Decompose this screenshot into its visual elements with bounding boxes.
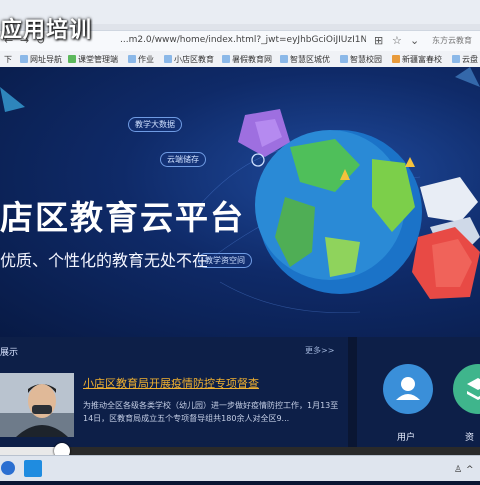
apps-panel: 用户 资 (357, 337, 480, 447)
more-link[interactable]: 更多>> (305, 345, 334, 356)
bookmarks-bar: 下 网址导航 课堂管理端 作业 小店区教育 暑假教育网 智慧区城优 智慧校园 新… (0, 51, 480, 68)
user-icon (396, 377, 420, 400)
star-icon[interactable]: ☆ (392, 34, 402, 47)
bookmark-item[interactable]: 新疆富春校 (392, 54, 442, 65)
bookmark-item[interactable]: 智慧区城优 (280, 54, 330, 65)
feature-tag: 教学大数据 (128, 117, 182, 132)
globe-icon (20, 55, 28, 63)
feature-tag: 云端储存 (160, 152, 206, 167)
document-icon (280, 55, 288, 63)
news-summary: 为推动全区各级各类学校（幼儿园）进一步做好疫情防控工作，1月13至14日，区教育… (83, 401, 339, 423)
person-tray-icon: ♙ (454, 465, 462, 475)
person-photo (0, 373, 74, 437)
document-icon (340, 55, 348, 63)
bookmark-item[interactable]: 下 (4, 54, 12, 65)
bookmark-item[interactable]: 网址导航 (20, 54, 62, 65)
url-text[interactable]: ...m2.0/www/home/index.html?_jwt=eyJhbGc… (120, 35, 366, 47)
profile-text[interactable]: 东方云教育 (432, 35, 472, 46)
bookmark-item[interactable]: 云盘 (452, 54, 478, 65)
video-progress-track[interactable] (0, 447, 480, 455)
browser-app-icon (24, 460, 42, 477)
resource-app-button[interactable] (453, 364, 480, 414)
start-icon (1, 461, 15, 475)
app-label: 用户 (397, 433, 416, 443)
taskbar: ♙ ^ (0, 455, 480, 481)
bookmark-item[interactable]: 小店区教育 (164, 54, 214, 65)
bookmark-item[interactable]: 课堂管理端 (68, 54, 118, 65)
news-panel: 展示 更多>> 小店区教育局开展疫情防控专项督查 为推动全区各级各类学校（幼儿园… (0, 337, 348, 447)
layers-icon (467, 378, 480, 400)
video-progress-fill (0, 447, 63, 455)
app-label: 资 (465, 433, 475, 443)
document-icon (392, 55, 400, 63)
user-app-button[interactable] (383, 364, 433, 414)
news-headline-link[interactable]: 小店区教育局开展疫情防控专项督查 (83, 375, 259, 391)
document-icon (128, 55, 136, 63)
video-overlay-title: 应用培训 (0, 18, 93, 43)
bookmark-item[interactable]: 智慧校园 (340, 54, 382, 65)
page-subtitle: 优质、个性化的教育无处不在 (0, 251, 209, 270)
bookmark-item[interactable]: 暑假教育网 (222, 54, 272, 65)
panel-title: 展示 (0, 348, 19, 358)
document-icon (164, 55, 172, 63)
document-icon (222, 55, 230, 63)
page-title: 店区教育云平台 (0, 198, 245, 237)
grid-icon[interactable]: ⊞ (374, 34, 383, 47)
taskbar-icons: ♙ ^ (1, 460, 474, 477)
cloud-icon (452, 55, 460, 63)
bookmark-item[interactable]: 作业 (128, 54, 154, 65)
chevron-up-icon: ^ (466, 465, 474, 475)
news-thumbnail[interactable] (0, 373, 74, 437)
chevron-down-icon[interactable]: ⌄ (410, 34, 419, 47)
leaf-icon (68, 55, 76, 63)
